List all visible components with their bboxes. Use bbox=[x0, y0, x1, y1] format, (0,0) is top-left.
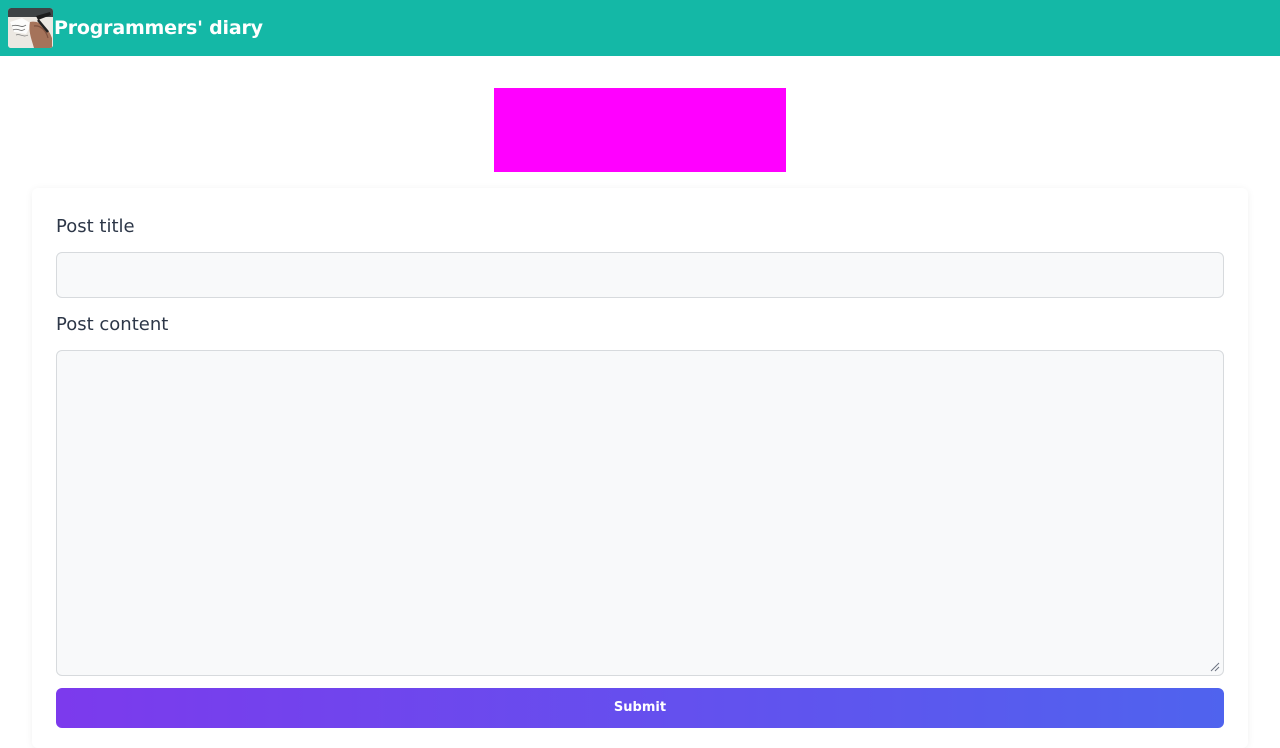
post-title-label: Post title bbox=[56, 216, 135, 237]
navbar: Programmers' diary bbox=[0, 0, 1280, 56]
resize-grip-icon[interactable] bbox=[1210, 662, 1220, 672]
banner-placeholder bbox=[494, 88, 786, 172]
post-title-input[interactable] bbox=[56, 252, 1224, 298]
post-form-card: Post title Post content Submit bbox=[32, 188, 1248, 748]
brand-title[interactable]: Programmers' diary bbox=[54, 17, 263, 39]
logo-icon[interactable] bbox=[8, 8, 53, 48]
post-content-textarea[interactable] bbox=[56, 350, 1224, 676]
post-content-label: Post content bbox=[56, 314, 169, 335]
writing-hand-photo-icon bbox=[8, 8, 53, 48]
submit-button[interactable]: Submit bbox=[56, 688, 1224, 728]
